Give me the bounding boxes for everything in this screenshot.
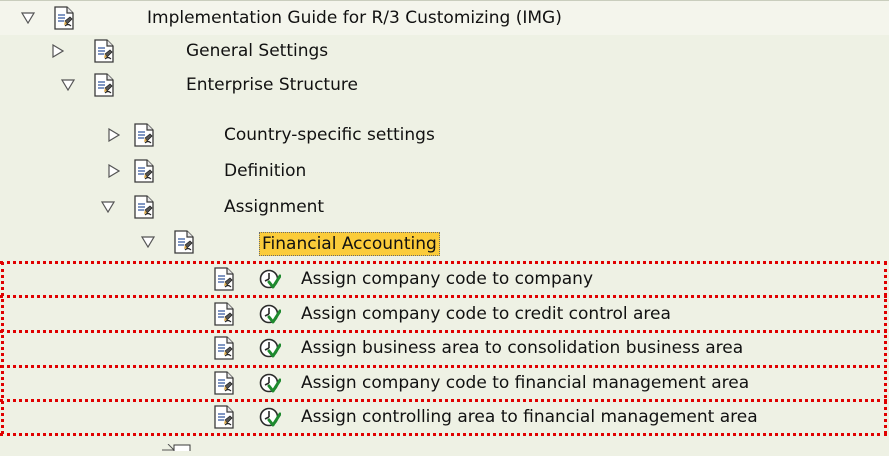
document-icon [133, 123, 155, 147]
expanded-triangle-icon[interactable] [100, 190, 116, 224]
highlight-border [884, 262, 887, 434]
expanded-triangle-icon[interactable] [20, 1, 36, 35]
activity-row[interactable]: Assign company code to company [0, 262, 889, 296]
expanded-triangle-icon[interactable] [140, 225, 156, 259]
tree-node-definition[interactable]: Definition [0, 154, 889, 188]
tree-node-assignment[interactable]: Assignment [0, 190, 889, 224]
activity-row[interactable]: Assign business area to consolidation bu… [0, 331, 889, 365]
highlight-border [0, 261, 887, 264]
tree-node-label[interactable]: Enterprise Structure [186, 68, 358, 102]
expanded-triangle-icon[interactable] [60, 68, 76, 102]
tree-node-label[interactable]: Country-specific settings [224, 118, 435, 152]
execute-clock-icon[interactable] [259, 372, 281, 394]
activity-label[interactable]: Assign controlling area to financial man… [301, 400, 758, 434]
img-tree: Implementation Guide for R/3 Customizing… [0, 0, 889, 454]
selected-tree-node-label[interactable]: Financial Accounting [259, 232, 440, 256]
execute-clock-icon[interactable] [259, 337, 281, 359]
collapsed-triangle-icon[interactable] [106, 154, 122, 188]
tree-node-label[interactable]: Definition [224, 154, 306, 188]
document-icon[interactable] [213, 371, 235, 395]
document-icon [93, 39, 115, 63]
document-icon[interactable] [213, 302, 235, 326]
activity-label[interactable]: Assign company code to credit control ar… [301, 297, 671, 331]
collapsed-triangle-icon[interactable] [50, 34, 66, 68]
highlight-border [0, 295, 887, 298]
tree-node-root[interactable]: Implementation Guide for R/3 Customizing… [0, 0, 889, 35]
highlight-border [0, 433, 887, 436]
highlight-border [0, 399, 887, 402]
highlight-border [1, 262, 4, 434]
execute-clock-icon[interactable] [259, 268, 281, 290]
activity-row[interactable]: Assign controlling area to financial man… [0, 400, 889, 434]
partial-next-row-icon [160, 436, 200, 454]
collapsed-triangle-icon[interactable] [106, 118, 122, 152]
activity-row[interactable]: Assign company code to credit control ar… [0, 297, 889, 331]
tree-node-general-settings[interactable]: General Settings [0, 34, 889, 68]
document-icon [173, 230, 195, 254]
activity-label[interactable]: Assign company code to financial managem… [301, 366, 749, 400]
document-icon [53, 6, 75, 30]
activity-label[interactable]: Assign company code to company [301, 262, 593, 296]
tree-node-enterprise-structure[interactable]: Enterprise Structure [0, 68, 889, 102]
highlight-border [0, 330, 887, 333]
document-icon [133, 195, 155, 219]
execute-clock-icon[interactable] [259, 303, 281, 325]
document-icon[interactable] [213, 405, 235, 429]
tree-node-label[interactable]: Implementation Guide for R/3 Customizing… [147, 1, 562, 35]
tree-node-label[interactable]: General Settings [186, 34, 328, 68]
tree-node-label[interactable]: Assignment [224, 190, 324, 224]
document-icon [133, 159, 155, 183]
tree-node-country-specific-settings[interactable]: Country-specific settings [0, 118, 889, 152]
tree-node-financial-accounting[interactable]: Financial Accounting [0, 225, 889, 259]
document-icon [93, 73, 115, 97]
document-icon[interactable] [213, 267, 235, 291]
activity-row[interactable]: Assign company code to financial managem… [0, 366, 889, 400]
execute-clock-icon[interactable] [259, 406, 281, 428]
highlight-border [0, 365, 887, 368]
document-icon[interactable] [213, 336, 235, 360]
activity-label[interactable]: Assign business area to consolidation bu… [301, 331, 743, 365]
